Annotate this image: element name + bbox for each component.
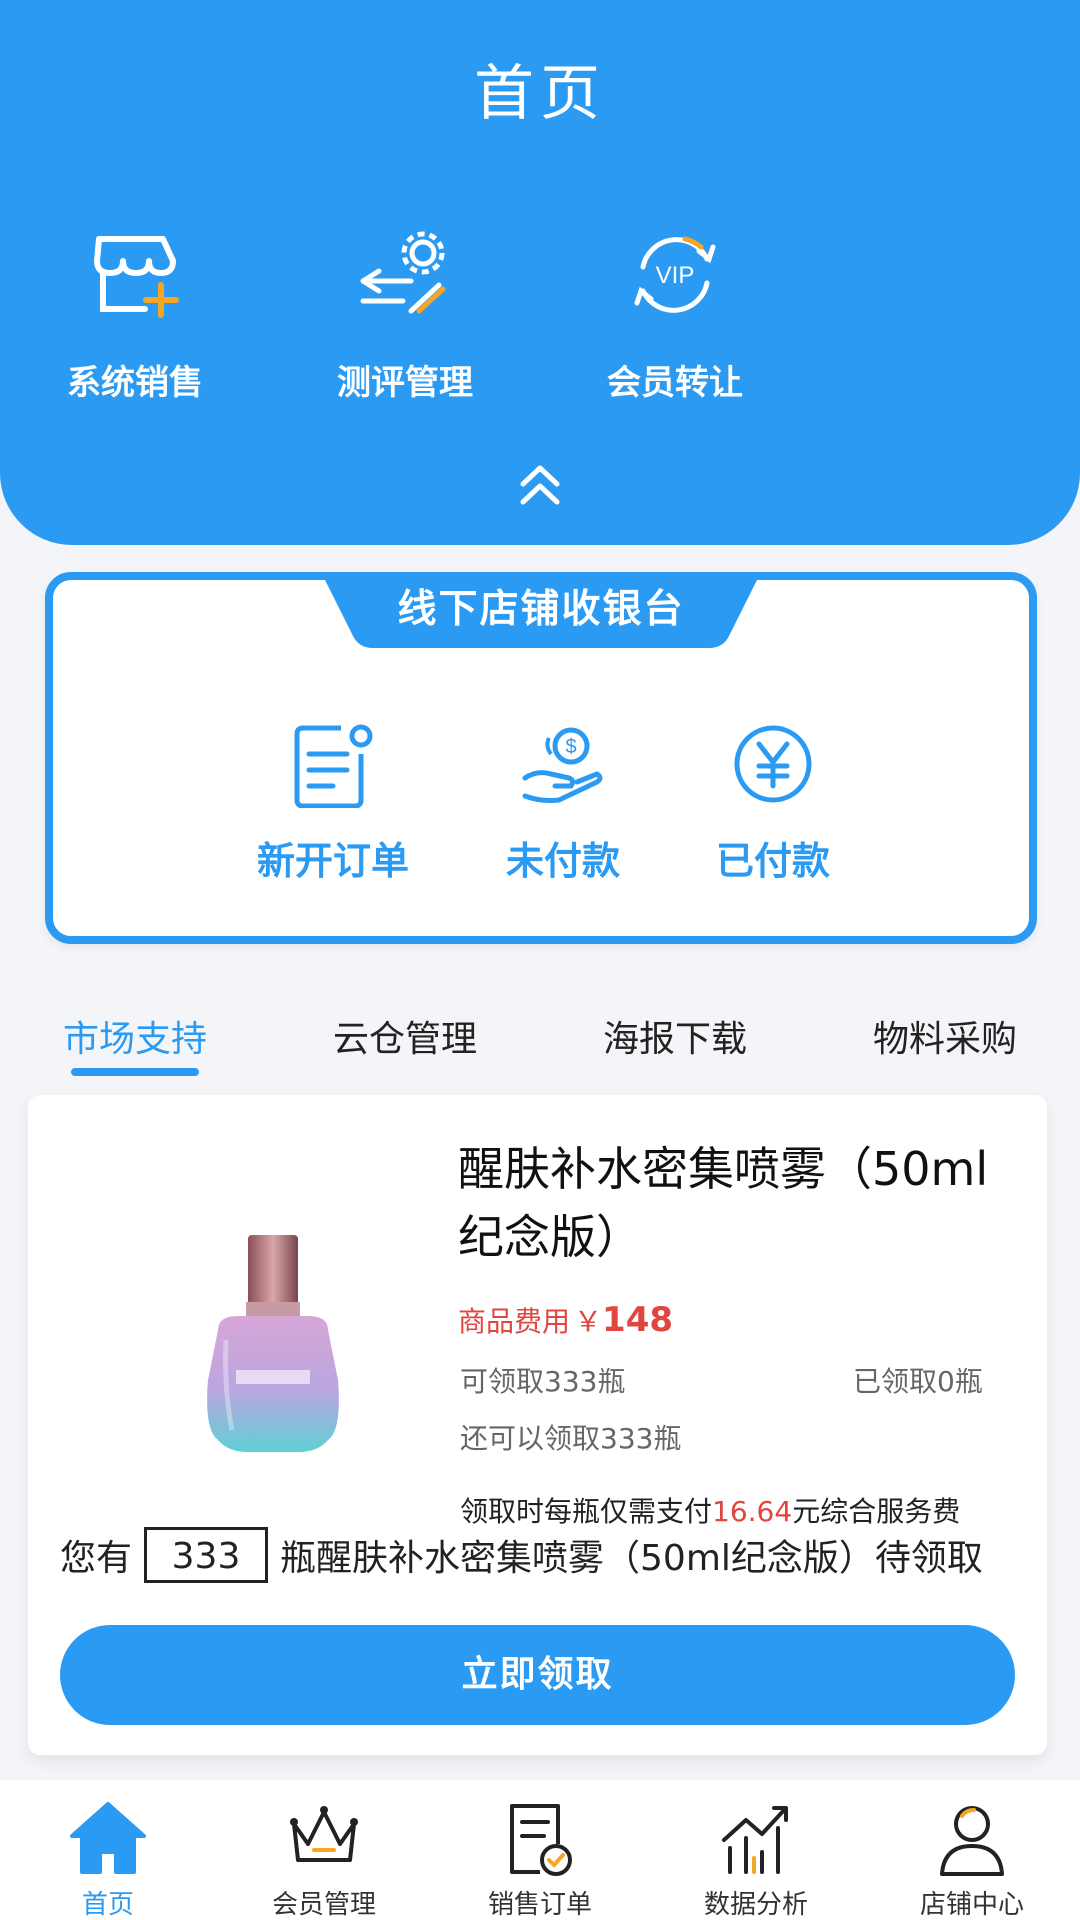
claim-quantity-input[interactable]: 333: [144, 1527, 269, 1583]
new-order-label: 新开订单: [256, 839, 409, 883]
order-check-icon: [510, 1804, 572, 1876]
tab-material-purchase[interactable]: 物料采购: [835, 1010, 1055, 1062]
quick-action-label: 测评管理: [337, 363, 473, 403]
nav-data-analysis[interactable]: 数据分析: [648, 1798, 864, 1920]
settings-flow-icon: [360, 231, 446, 314]
paid-label: 已付款: [715, 839, 830, 883]
tab-market-support[interactable]: 市场支持: [25, 1010, 245, 1062]
cashier-title: 线下店铺收银台: [397, 587, 685, 632]
svg-text:$: $: [565, 736, 576, 758]
double-chevron-up-icon[interactable]: [515, 460, 565, 510]
quick-action-review-management[interactable]: 测评管理: [300, 225, 510, 404]
unpaid-hand-coin-icon: $: [522, 727, 603, 803]
quick-action-label: 系统销售: [67, 363, 203, 403]
quick-action-member-transfer[interactable]: VIP 会员转让: [570, 225, 780, 404]
unpaid-label: 未付款: [505, 839, 620, 883]
unpaid-button[interactable]: $ 未付款: [463, 720, 663, 885]
product-card: 醒肤补水密集喷雾（50ml纪念版） 商品费用 ￥148 可领取333瓶 已领取0瓶…: [28, 1095, 1047, 1755]
nav-sales-orders[interactable]: 销售订单: [432, 1798, 648, 1920]
product-name: 醒肤补水密集喷雾（50ml纪念版）: [458, 1142, 989, 1264]
nav-label: 首页: [81, 1890, 134, 1920]
available-count: 可领取333瓶: [460, 1365, 626, 1398]
notice-suffix: 瓶醒肤补水密集喷雾（50ml纪念版）待领取: [280, 1538, 983, 1579]
new-order-icon: [294, 724, 373, 808]
fee-amount: 16.64: [712, 1495, 793, 1528]
price-value: 148: [602, 1300, 674, 1340]
nav-label: 数据分析: [703, 1890, 808, 1920]
active-tab-indicator: [71, 1068, 199, 1076]
price-row: 商品费用 ￥148: [458, 1300, 673, 1340]
nav-label: 销售订单: [487, 1890, 592, 1920]
paid-yen-icon: [734, 725, 812, 803]
cashier-title-tab: 线下店铺收银台: [321, 572, 761, 652]
nav-label: 会员管理: [271, 1890, 376, 1920]
user-icon: [940, 1806, 1004, 1876]
bottom-nav: 首页 会员管理 销售订单 数据分析 店铺中心: [0, 1780, 1080, 1920]
tab-cloud-warehouse[interactable]: 云仓管理: [295, 1010, 515, 1062]
new-order-button[interactable]: 新开订单: [233, 720, 433, 885]
quick-action-system-sales[interactable]: 系统销售: [30, 225, 240, 404]
pending-claim-notice: 您有 333 瓶醒肤补水密集喷雾（50ml纪念版）待领取: [60, 1527, 1045, 1597]
fee-suffix: 元综合服务费: [792, 1495, 961, 1528]
fee-prefix: 领取时每瓶仅需支付: [460, 1495, 713, 1528]
header: 首页 系统销售 测评管理 VIP 会员转让: [0, 0, 1080, 545]
price-label: 商品费用: [458, 1305, 571, 1338]
quick-action-label: 会员转让: [607, 363, 743, 403]
nav-member-management[interactable]: 会员管理: [216, 1798, 432, 1920]
page-title: 首页: [474, 59, 606, 129]
product-bottle-image: [207, 1235, 339, 1452]
remaining-count: 还可以领取333瓶: [460, 1422, 682, 1455]
crown-icon: [290, 1806, 358, 1862]
paid-button[interactable]: 已付款: [673, 720, 873, 885]
vip-transfer-icon: VIP: [634, 236, 716, 313]
service-fee-note: 领取时每瓶仅需支付16.64元综合服务费: [460, 1490, 960, 1530]
home-icon: [70, 1802, 146, 1874]
nav-home[interactable]: 首页: [0, 1798, 216, 1920]
cashier-panel: 线下店铺收银台 新开订单 $ 未付款 已付款: [45, 572, 1037, 944]
nav-label: 店铺中心: [919, 1890, 1024, 1920]
nav-store-center[interactable]: 店铺中心: [864, 1798, 1080, 1920]
category-tabs: 市场支持 云仓管理 海报下载 物料采购: [0, 1010, 1080, 1090]
price-currency: ￥: [574, 1305, 603, 1338]
svg-text:VIP: VIP: [656, 262, 695, 289]
tab-poster-download[interactable]: 海报下载: [565, 1010, 785, 1062]
store-add-icon: [94, 236, 179, 318]
claimed-count: 已领取0瓶: [853, 1365, 983, 1398]
chart-trend-icon: [722, 1806, 788, 1874]
claim-now-button[interactable]: 立即领取: [60, 1625, 1015, 1725]
notice-prefix: 您有: [60, 1538, 133, 1579]
